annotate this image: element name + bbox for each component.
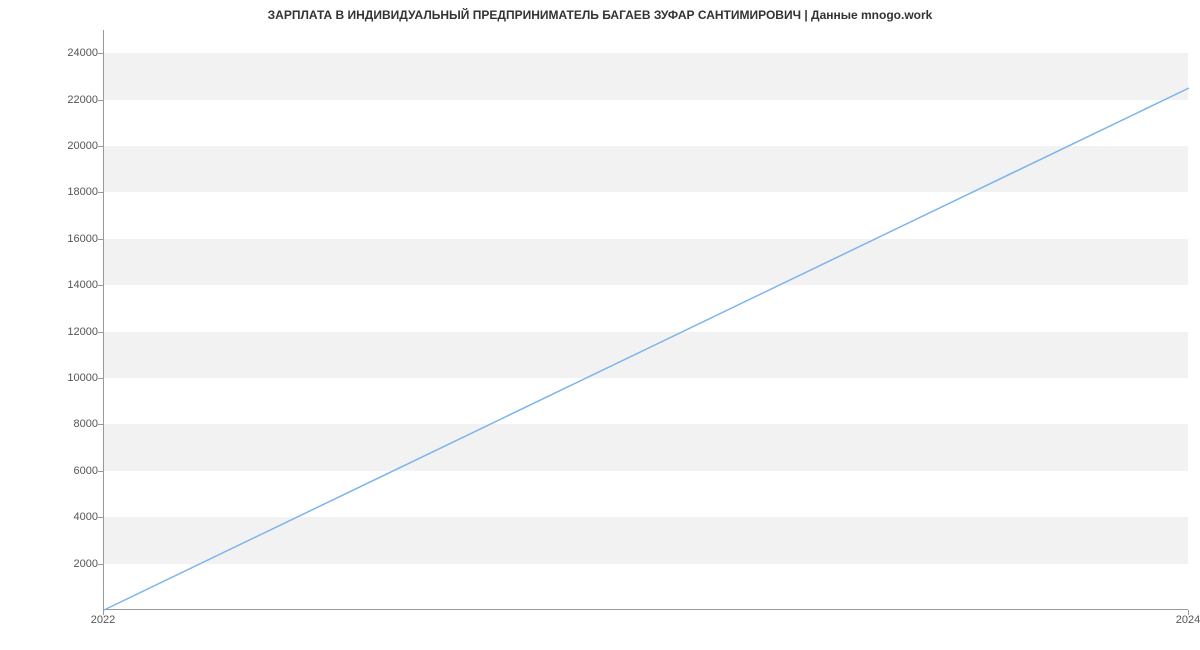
y-tick-label: 12000 — [8, 326, 98, 338]
y-tick-mark — [98, 378, 103, 379]
y-tick-label: 4000 — [8, 511, 98, 523]
x-tick-label: 2022 — [91, 614, 115, 626]
x-tick-mark — [103, 610, 104, 615]
y-tick-mark — [98, 285, 103, 286]
plot-area — [103, 30, 1188, 610]
y-tick-label: 10000 — [8, 372, 98, 384]
y-tick-mark — [98, 332, 103, 333]
chart-container: ЗАРПЛАТА В ИНДИВИДУАЛЬНЫЙ ПРЕДПРИНИМАТЕЛ… — [0, 0, 1200, 650]
y-tick-mark — [98, 471, 103, 472]
chart-line-layer — [104, 30, 1188, 609]
y-tick-mark — [98, 564, 103, 565]
y-tick-mark — [98, 192, 103, 193]
y-tick-label: 24000 — [8, 47, 98, 59]
data-line — [104, 88, 1189, 610]
x-tick-mark — [1188, 610, 1189, 615]
y-tick-label: 6000 — [8, 465, 98, 477]
y-tick-label: 22000 — [8, 94, 98, 106]
y-tick-mark — [98, 239, 103, 240]
y-tick-label: 8000 — [8, 418, 98, 430]
y-tick-mark — [98, 517, 103, 518]
y-tick-label: 16000 — [8, 233, 98, 245]
chart-title: ЗАРПЛАТА В ИНДИВИДУАЛЬНЫЙ ПРЕДПРИНИМАТЕЛ… — [0, 8, 1200, 22]
x-tick-label: 2024 — [1176, 614, 1200, 626]
y-tick-mark — [98, 100, 103, 101]
y-tick-mark — [98, 146, 103, 147]
y-tick-mark — [98, 53, 103, 54]
y-tick-label: 14000 — [8, 279, 98, 291]
y-tick-mark — [98, 424, 103, 425]
y-tick-label: 2000 — [8, 558, 98, 570]
y-tick-label: 20000 — [8, 140, 98, 152]
y-tick-label: 18000 — [8, 186, 98, 198]
